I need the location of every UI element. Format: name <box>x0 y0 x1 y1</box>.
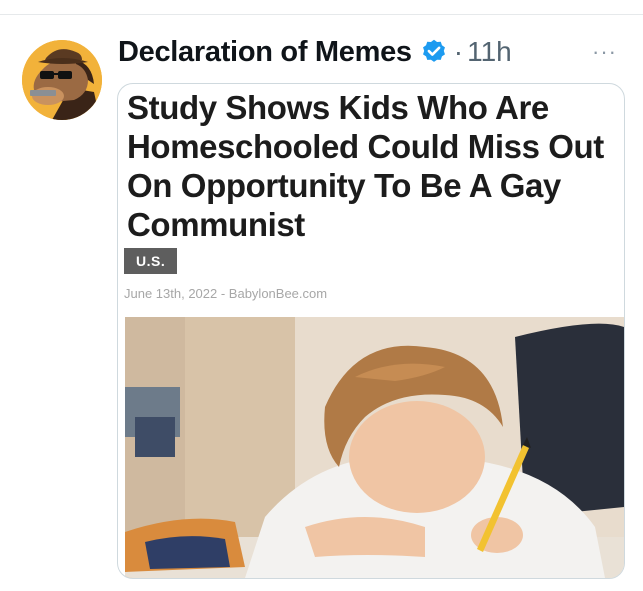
display-name[interactable]: Declaration of Memes <box>118 36 412 69</box>
article-byline: June 13th, 2022 - BabylonBee.com <box>124 286 328 301</box>
top-divider <box>0 14 643 15</box>
separator-dot: · <box>453 36 464 67</box>
section-tag: U.S. <box>124 248 178 274</box>
tweet-header: Declaration of Memes · 11h <box>118 32 512 72</box>
avatar[interactable] <box>22 40 102 120</box>
article-headline: Study Shows Kids Who Are Homeschooled Co… <box>127 89 604 243</box>
verified-badge-icon <box>420 38 448 66</box>
link-card[interactable]: Study Shows Kids Who Are Homeschooled Co… <box>117 83 625 579</box>
more-options-icon[interactable]: ··· <box>592 41 617 63</box>
timestamp[interactable]: 11h <box>467 36 512 68</box>
horse-sunglasses-avatar-image <box>22 40 102 120</box>
article-photo <box>125 317 624 578</box>
boy-writing-photo <box>125 317 624 578</box>
